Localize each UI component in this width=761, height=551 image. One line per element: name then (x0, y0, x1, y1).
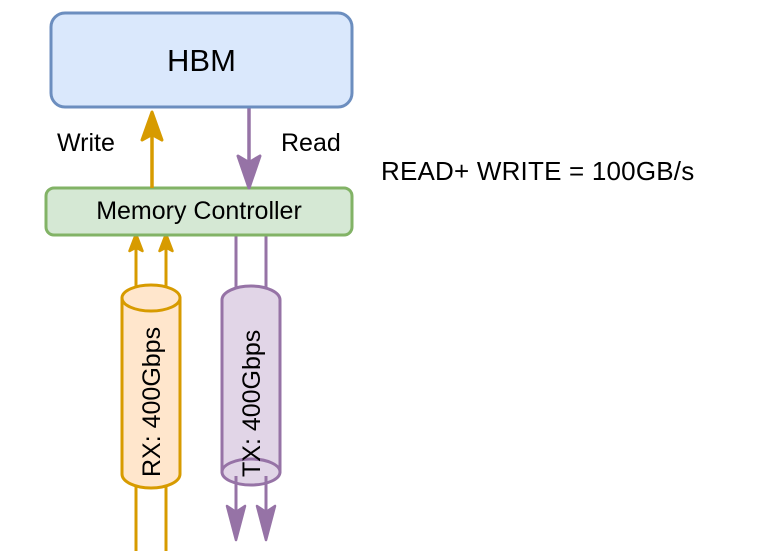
write-arrow (140, 110, 164, 188)
bandwidth-summary-annotation: READ+ WRITE = 100GB/s (381, 156, 695, 186)
read-edge-label: Read (281, 129, 341, 157)
rx-cylinder-label: RX: 400Gbps (138, 326, 166, 477)
read-arrow (236, 107, 262, 190)
hbm-label: HBM (167, 43, 236, 78)
diagram-canvas (44, 11, 354, 551)
write-edge-label: Write (57, 129, 115, 157)
memory-controller-label: Memory Controller (96, 197, 302, 225)
tx-cylinder-label: TX: 400Gbps (238, 329, 266, 477)
